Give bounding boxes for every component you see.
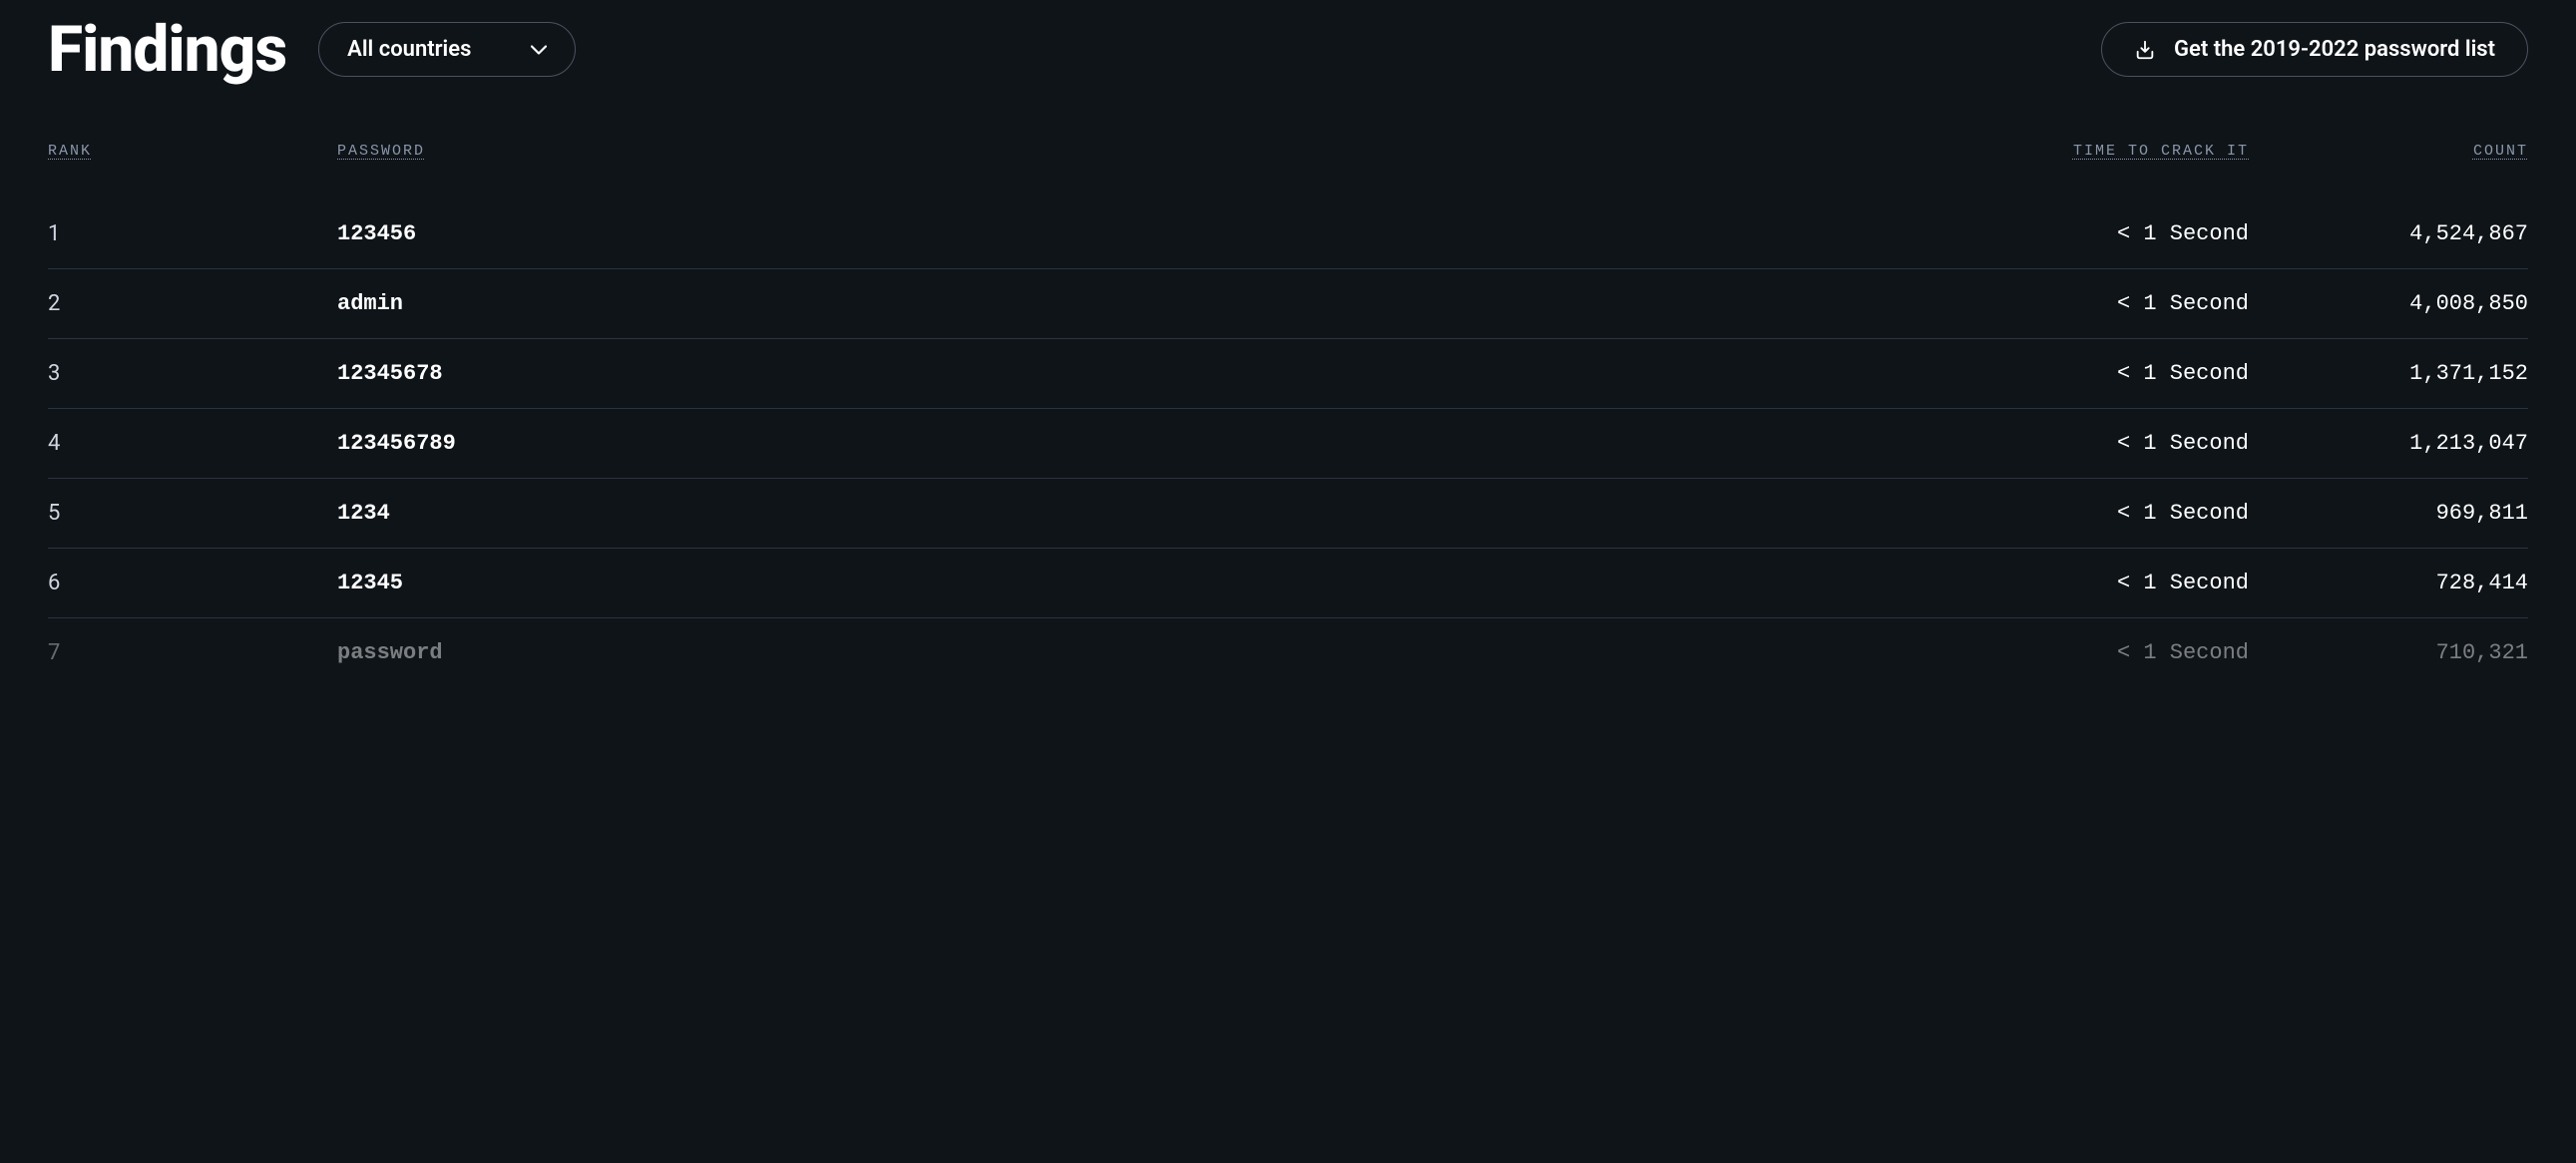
table-row: 2admin< 1 Second4,008,850 [48,269,2528,339]
cell-rank: 7 [48,640,337,665]
header-row: Findings All countries Get the 2019-2022… [48,0,2528,127]
column-header-password[interactable]: PASSWORD [337,143,926,160]
cell-time: < 1 Second [926,640,2249,665]
download-password-list-button[interactable]: Get the 2019-2022 password list [2101,22,2528,77]
cell-time: < 1 Second [926,361,2249,386]
cell-password: password [337,640,926,665]
cell-rank: 1 [48,221,337,246]
column-header-time[interactable]: TIME TO CRACK IT [926,143,2249,160]
cell-rank: 6 [48,571,337,595]
chevron-down-icon [531,42,547,58]
cell-time: < 1 Second [926,571,2249,595]
cell-password: 12345678 [337,361,926,386]
download-button-label: Get the 2019-2022 password list [2174,37,2495,62]
cell-password: 123456789 [337,431,926,456]
cell-count: 728,414 [2249,571,2528,595]
download-icon [2134,39,2156,61]
cell-count: 1,371,152 [2249,361,2528,386]
cell-time: < 1 Second [926,221,2249,246]
cell-password: admin [337,291,926,316]
country-dropdown-label: All countries [347,37,471,62]
cell-rank: 3 [48,361,337,386]
column-header-rank[interactable]: RANK [48,143,337,160]
country-dropdown[interactable]: All countries [318,22,576,77]
cell-count: 710,321 [2249,640,2528,665]
table-row: 312345678< 1 Second1,371,152 [48,339,2528,409]
table-body: 1123456< 1 Second4,524,8672admin< 1 Seco… [48,199,2528,687]
table-header: RANK PASSWORD TIME TO CRACK IT COUNT [48,127,2528,176]
cell-rank: 5 [48,501,337,526]
cell-count: 1,213,047 [2249,431,2528,456]
table-row: 1123456< 1 Second4,524,867 [48,199,2528,269]
table-row: 4123456789< 1 Second1,213,047 [48,409,2528,479]
cell-count: 4,008,850 [2249,291,2528,316]
findings-table: RANK PASSWORD TIME TO CRACK IT COUNT 112… [48,127,2528,687]
cell-rank: 4 [48,431,337,456]
cell-password: 1234 [337,501,926,526]
page-title: Findings [48,12,286,87]
cell-rank: 2 [48,291,337,316]
table-row: 7password< 1 Second710,321 [48,618,2528,687]
cell-count: 969,811 [2249,501,2528,526]
cell-time: < 1 Second [926,431,2249,456]
table-row: 51234< 1 Second969,811 [48,479,2528,549]
cell-password: 123456 [337,221,926,246]
table-row: 612345< 1 Second728,414 [48,549,2528,618]
cell-time: < 1 Second [926,501,2249,526]
cell-time: < 1 Second [926,291,2249,316]
cell-count: 4,524,867 [2249,221,2528,246]
column-header-count[interactable]: COUNT [2249,143,2528,160]
cell-password: 12345 [337,571,926,595]
